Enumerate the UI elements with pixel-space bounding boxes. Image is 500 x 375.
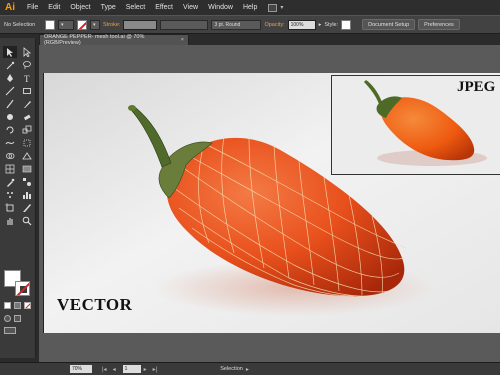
menu-object[interactable]: Object bbox=[65, 4, 95, 11]
fill-swatch[interactable] bbox=[45, 19, 55, 30]
draw-normal-icon[interactable] bbox=[4, 315, 11, 322]
document-setup-button[interactable]: Document Setup bbox=[362, 19, 416, 30]
screen-mode-row bbox=[4, 327, 16, 334]
selection-icon[interactable] bbox=[3, 46, 17, 58]
perspective-icon[interactable] bbox=[20, 150, 34, 162]
page-value: 1 bbox=[124, 366, 128, 372]
eyedropper-icon[interactable] bbox=[3, 176, 17, 188]
line-icon[interactable] bbox=[3, 85, 17, 97]
vector-label: VECTOR bbox=[57, 295, 133, 314]
selection-status: No Selection bbox=[4, 21, 36, 28]
gradient-mode-icon[interactable] bbox=[14, 302, 21, 309]
menu-effect[interactable]: Effect bbox=[150, 4, 178, 11]
canvas-area[interactable]: VECTOR JPEG bbox=[39, 45, 500, 365]
next-page-icon[interactable]: ▸ bbox=[144, 366, 147, 373]
menu-type[interactable]: Type bbox=[96, 4, 121, 11]
svg-text:T: T bbox=[24, 74, 30, 83]
jpeg-label: JPEG bbox=[457, 79, 496, 95]
jpeg-reference-image: JPEG bbox=[331, 75, 500, 175]
magic-wand-icon[interactable] bbox=[3, 59, 17, 71]
zoom-field[interactable]: 70% bbox=[70, 365, 92, 373]
screen-mode-icon[interactable] bbox=[4, 327, 16, 334]
app-logo: Ai bbox=[5, 2, 15, 13]
menu-file[interactable]: File bbox=[22, 4, 43, 11]
variable-width-dropdown[interactable] bbox=[160, 19, 209, 30]
style-swatch[interactable] bbox=[341, 19, 352, 30]
zoom-icon[interactable] bbox=[20, 215, 34, 227]
opacity-arrow-icon[interactable]: ▸ bbox=[319, 22, 322, 28]
opacity-value: 100% bbox=[290, 21, 304, 28]
stroke-color-box[interactable] bbox=[15, 281, 30, 296]
document-tab[interactable]: ORANGE PEPPER- mesh tool.ai @ 70% (RGB/P… bbox=[39, 34, 189, 46]
arrange-documents-icon[interactable] bbox=[268, 3, 278, 12]
last-page-icon[interactable]: ▸| bbox=[153, 366, 158, 373]
eraser-icon[interactable] bbox=[20, 111, 34, 123]
direct-selection-icon[interactable] bbox=[20, 46, 34, 58]
close-tab-icon[interactable]: × bbox=[181, 37, 184, 43]
stroke-weight-field[interactable] bbox=[123, 19, 158, 30]
warp-icon[interactable] bbox=[3, 137, 17, 149]
menu-help[interactable]: Help bbox=[238, 4, 262, 11]
rotate-icon[interactable] bbox=[3, 124, 17, 136]
paintbrush-icon[interactable] bbox=[3, 98, 17, 110]
stroke-label[interactable]: Stroke: bbox=[103, 22, 120, 28]
slice-icon[interactable] bbox=[20, 202, 34, 214]
stroke-dropdown[interactable]: ▾ bbox=[90, 19, 100, 30]
tools-grid: T bbox=[0, 38, 35, 227]
tools-panel: T bbox=[0, 38, 36, 358]
symbol-sprayer-icon[interactable] bbox=[3, 189, 17, 201]
pencil-icon[interactable] bbox=[20, 98, 34, 110]
stem-tip bbox=[128, 105, 136, 111]
status-bar: 70% |◂ ◂ 1 ▸ ▸| Selection ▸ bbox=[0, 362, 500, 375]
control-bar: No Selection ▾ ▾ Stroke: 3 pt. Round Opa… bbox=[0, 15, 500, 34]
rectangle-icon[interactable] bbox=[20, 85, 34, 97]
draw-mode-row bbox=[4, 315, 21, 322]
artboard[interactable]: VECTOR JPEG bbox=[43, 73, 500, 333]
status-arrow-icon[interactable]: ▸ bbox=[246, 366, 249, 373]
stroke-swatch[interactable] bbox=[77, 19, 87, 30]
fill-dropdown[interactable]: ▾ bbox=[58, 19, 74, 30]
brush-dropdown[interactable]: 3 pt. Round bbox=[211, 19, 262, 30]
preferences-button[interactable]: Preferences bbox=[418, 19, 460, 30]
workspace-icon[interactable]: ▾ bbox=[280, 4, 285, 12]
free-transform-icon[interactable] bbox=[20, 137, 34, 149]
hand-icon[interactable] bbox=[3, 215, 17, 227]
gradient-icon[interactable] bbox=[20, 163, 34, 175]
fill-stroke-control[interactable] bbox=[4, 270, 32, 298]
blend-icon[interactable] bbox=[20, 176, 34, 188]
page-field[interactable]: 1 bbox=[122, 365, 141, 373]
shape-builder-icon[interactable] bbox=[3, 150, 17, 162]
opacity-field[interactable]: 100% bbox=[287, 19, 316, 30]
style-label: Style: bbox=[324, 21, 339, 28]
zoom-value: 70% bbox=[72, 366, 83, 372]
mesh-icon[interactable] bbox=[3, 163, 17, 175]
color-mode-row bbox=[4, 302, 31, 309]
workspace-switcher[interactable]: ▾ bbox=[268, 3, 285, 12]
brush-value: 3 pt. Round bbox=[214, 21, 241, 28]
opacity-label[interactable]: Opacity: bbox=[264, 22, 284, 28]
first-page-icon[interactable]: |◂ bbox=[102, 366, 107, 373]
scale-icon[interactable] bbox=[20, 124, 34, 136]
draw-behind-icon[interactable] bbox=[14, 315, 21, 322]
blob-brush-icon[interactable] bbox=[3, 111, 17, 123]
column-graph-icon[interactable] bbox=[20, 189, 34, 201]
menu-bar: Ai File Edit Object Type Select Effect V… bbox=[0, 0, 500, 15]
menu-select[interactable]: Select bbox=[121, 4, 150, 11]
artboard-icon[interactable] bbox=[3, 202, 17, 214]
none-mode-icon[interactable] bbox=[24, 302, 31, 309]
menu-view[interactable]: View bbox=[178, 4, 203, 11]
menu-window[interactable]: Window bbox=[203, 4, 238, 11]
prev-page-icon[interactable]: ◂ bbox=[113, 366, 116, 373]
status-tool: Selection bbox=[220, 366, 243, 372]
type-icon[interactable]: T bbox=[20, 72, 34, 84]
pen-icon[interactable] bbox=[3, 72, 17, 84]
menu-edit[interactable]: Edit bbox=[43, 4, 65, 11]
color-mode-icon[interactable] bbox=[4, 302, 11, 309]
lasso-icon[interactable] bbox=[20, 59, 34, 71]
